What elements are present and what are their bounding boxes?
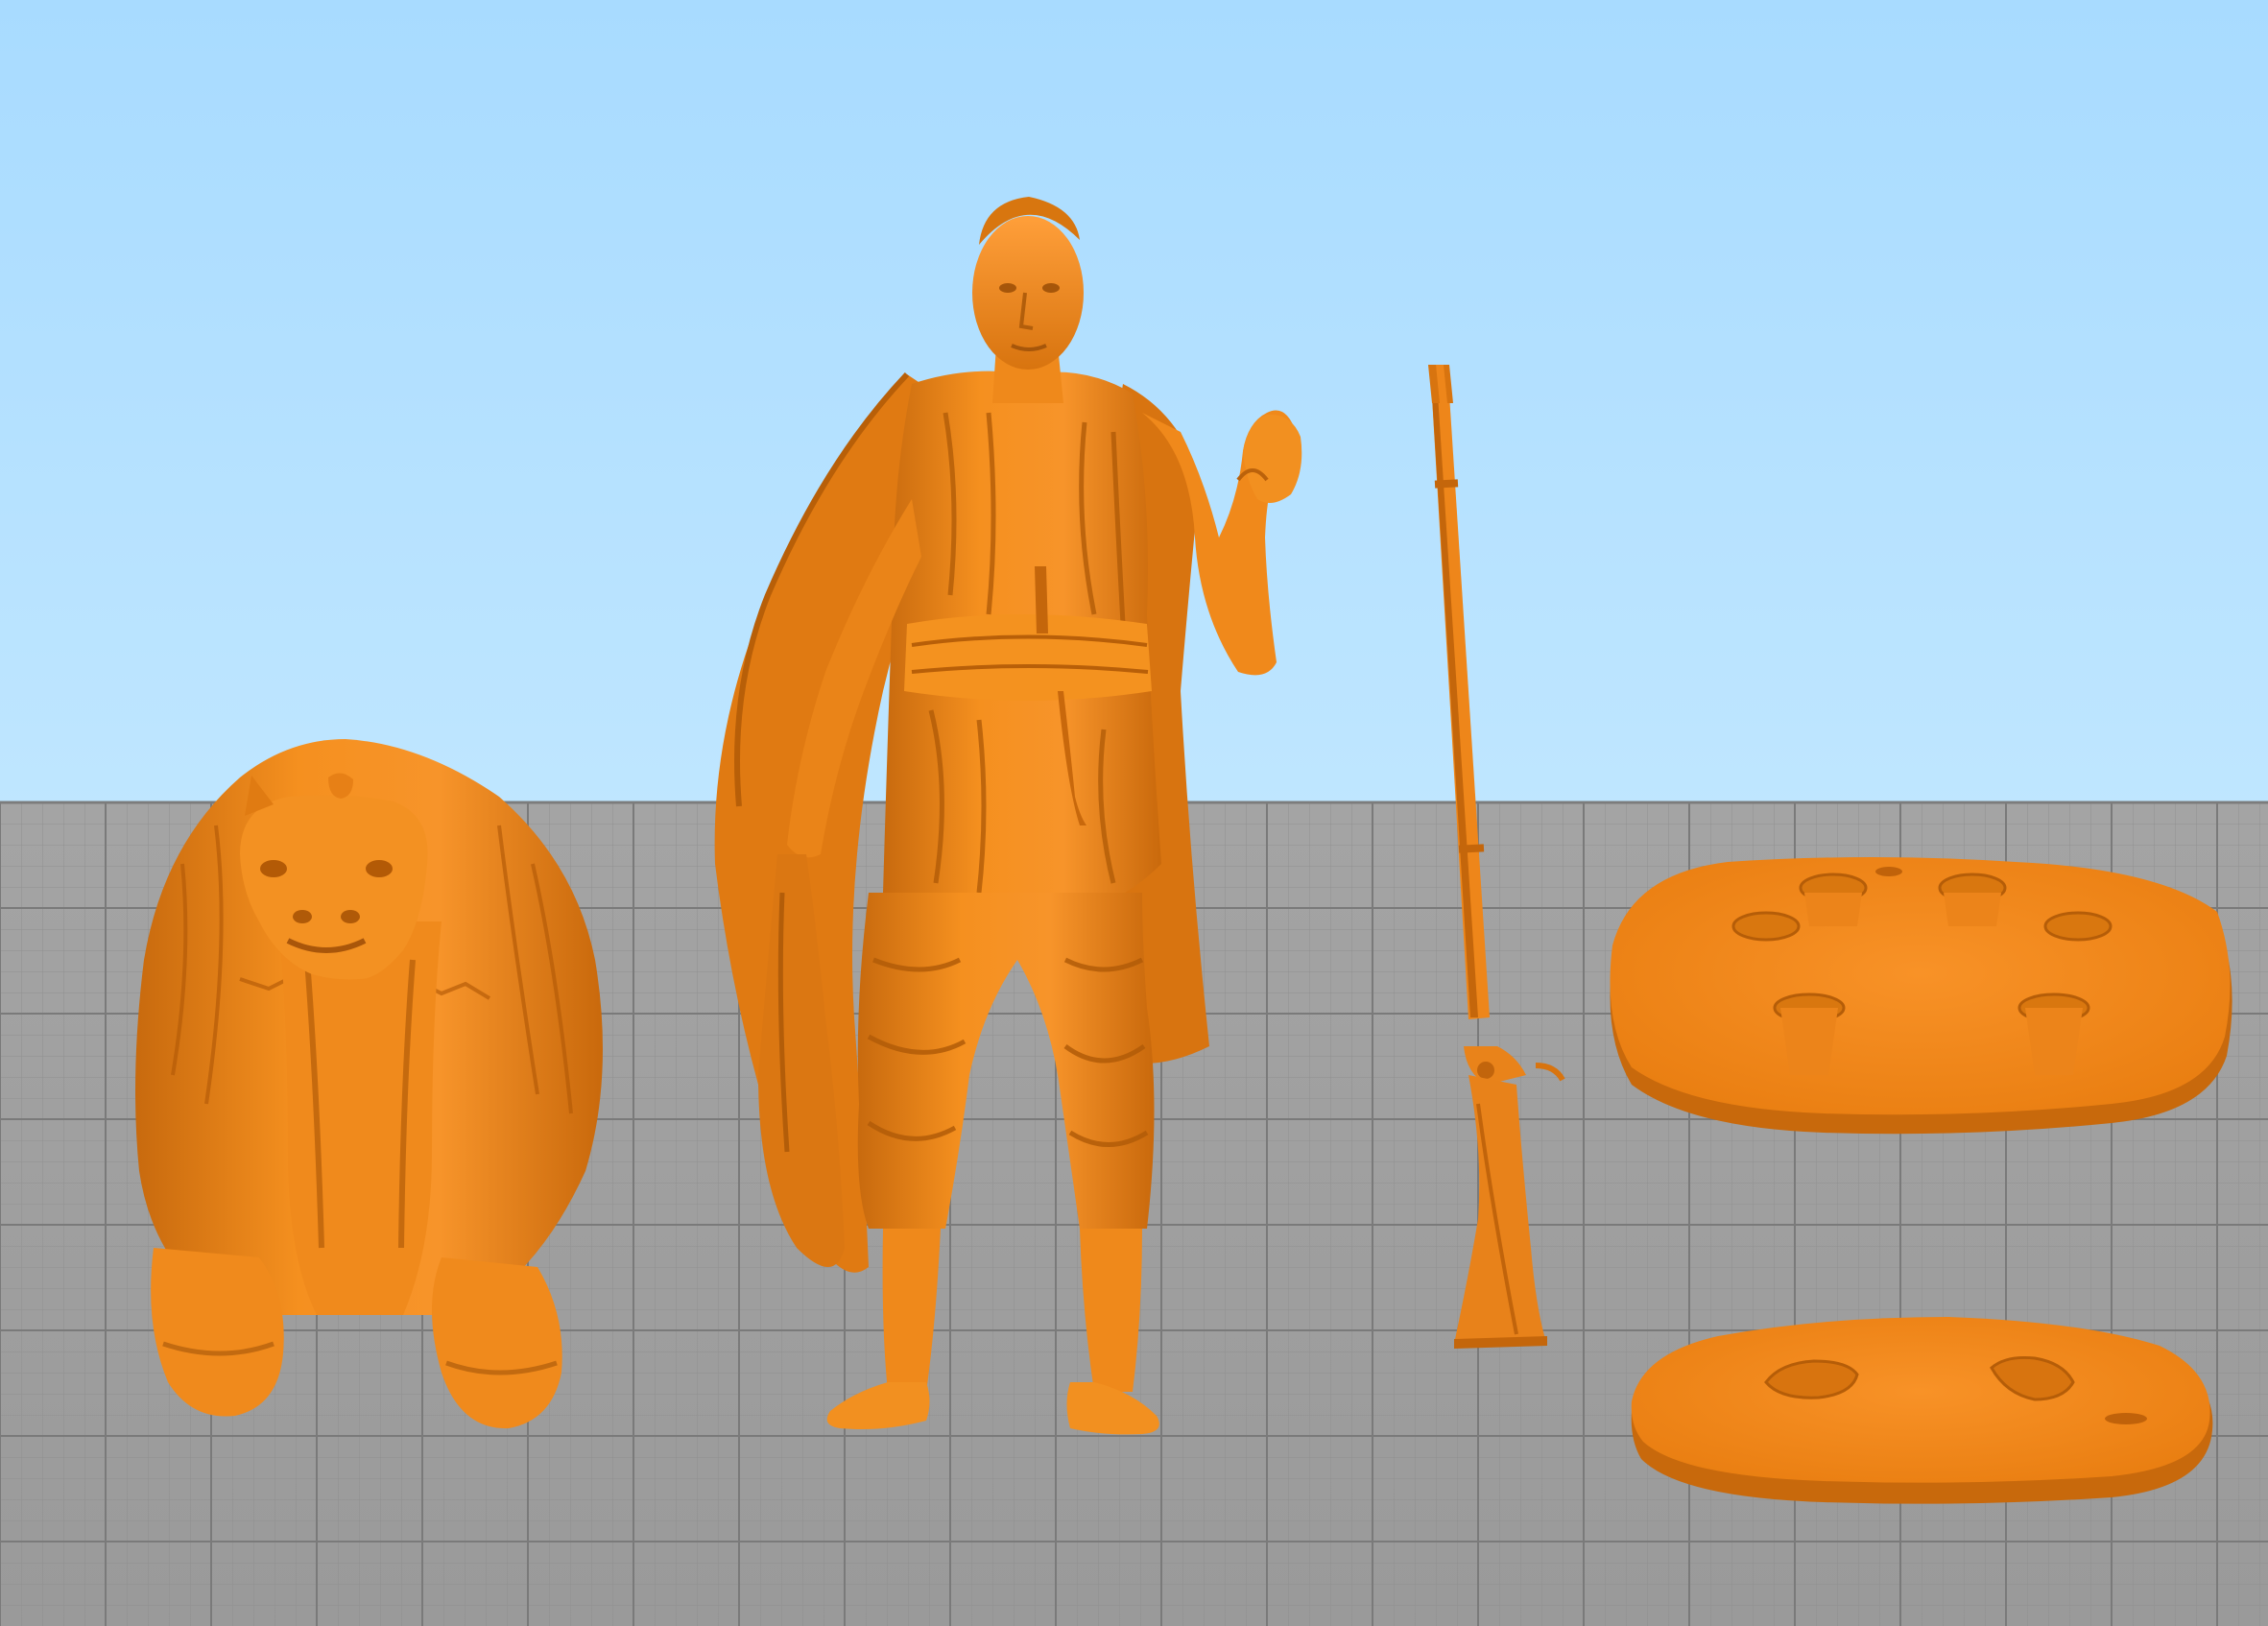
base-large-model[interactable]	[1610, 857, 2232, 1135]
base-small-model[interactable]	[1631, 1317, 2213, 1504]
scene-canvas[interactable]	[0, 0, 2268, 1626]
3d-viewport[interactable]	[0, 0, 2268, 1626]
